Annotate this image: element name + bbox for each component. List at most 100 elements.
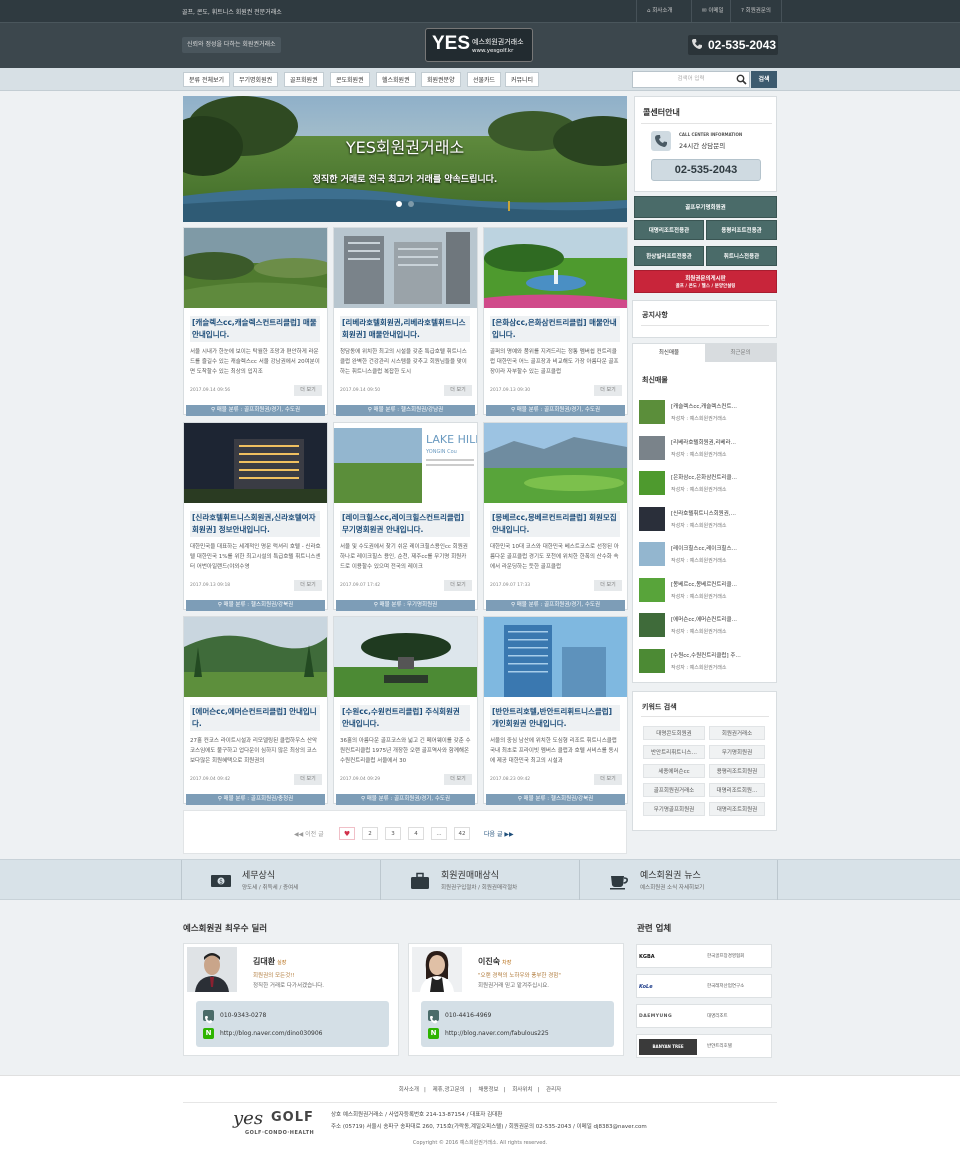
listing-card[interactable]: [반안트리호텔,반안트리휘트니스클럽] 개인회원권 안내입니다. 서울의 중심 … bbox=[483, 616, 628, 805]
latest-item-title[interactable]: [은화삼cc,은화삼컨트리클… bbox=[671, 473, 766, 481]
latest-item-title[interactable]: [신라호텔휘트니스회원권,… bbox=[671, 509, 766, 517]
listing-category[interactable]: ⚲ 매물 분류 : 무기명회원권 bbox=[336, 600, 475, 611]
footer-link[interactable]: 채용정보 bbox=[478, 1087, 498, 1093]
related-banyantree[interactable]: BANYAN TREE 반얀트리호텔 bbox=[636, 1034, 772, 1058]
listing-title[interactable]: [에머슨cc,에머슨컨트리클럽] 안내입니다. bbox=[190, 705, 320, 731]
latest-item[interactable]: [수원cc,수원컨트리클럽] 주… 작성자 : 예스회원권거래소 bbox=[639, 647, 769, 677]
band-news[interactable]: 예스회원권 뉴스 예스회원권 소식 자세히보기 bbox=[579, 860, 778, 901]
listing-card[interactable]: [은화삼cc,은화삼컨트리클럽] 매물안내입니다. 골퍼의 명예와 품위를 지켜… bbox=[483, 227, 628, 416]
listing-title[interactable]: [몽베르cc,몽베르컨트리클럽] 회원모집 안내입니다. bbox=[490, 511, 620, 537]
dealer-phone[interactable]: 010-4416-4969 bbox=[445, 1012, 491, 1019]
listing-photo[interactable] bbox=[184, 228, 327, 308]
btn-inquiry-board[interactable]: 회원권문의게시판 골프 / 콘도 / 헬스 / 분양안설팅 bbox=[634, 270, 777, 293]
more-button[interactable]: 더 보기 bbox=[294, 774, 322, 785]
more-button[interactable]: 더 보기 bbox=[444, 774, 472, 785]
listing-category[interactable]: ⚲ 매물 분류 : 골프회원권/경기, 수도권 bbox=[186, 405, 325, 416]
keyword-tag[interactable]: 세종에머슨cc bbox=[643, 764, 705, 778]
nav-item-golf[interactable]: 골프회원권 bbox=[284, 72, 324, 87]
listing-photo[interactable] bbox=[184, 423, 327, 503]
notice-title[interactable]: 공지사항 bbox=[642, 310, 668, 320]
footer-link[interactable]: 회사소개 bbox=[399, 1087, 419, 1093]
latest-thumb[interactable] bbox=[639, 471, 665, 495]
listing-title[interactable]: [신라호텔휘트니스회원권,신라호텔여자회원권] 정보안내입니다. bbox=[190, 511, 320, 537]
nav-item-community[interactable]: 커뮤니티 bbox=[505, 72, 540, 87]
latest-item-title[interactable]: [캐슬렉스cc,캐슬렉스컨트… bbox=[671, 402, 766, 410]
footer-link[interactable]: 관리자 bbox=[546, 1087, 561, 1093]
nav-item-giftcard[interactable]: 선물카드 bbox=[467, 72, 502, 87]
pager-page-42[interactable]: 42 bbox=[454, 827, 470, 840]
listing-card[interactable]: [에머슨cc,에머슨컨트리클럽] 안내입니다. 27홀 컨코스 라이트시설과 리… bbox=[183, 616, 328, 805]
related-kgba[interactable]: KGBA 한국골프장경영협회 bbox=[636, 944, 772, 968]
top-link-company[interactable]: ⌂ 회사소개 bbox=[636, 0, 683, 22]
latest-thumb[interactable] bbox=[639, 506, 665, 531]
latest-thumb[interactable] bbox=[639, 613, 665, 637]
dealer-phone[interactable]: 010-9343-0278 bbox=[220, 1012, 266, 1019]
more-button[interactable]: 더 보기 bbox=[594, 580, 622, 591]
more-button[interactable]: 더 보기 bbox=[294, 385, 322, 396]
listing-photo[interactable] bbox=[484, 423, 627, 503]
latest-item[interactable]: [은화삼cc,은화삼컨트리클… 작성자 : 예스회원권거래소 bbox=[639, 469, 769, 499]
footer-link[interactable]: 회사위치 bbox=[512, 1087, 532, 1093]
listing-category[interactable]: ⚲ 매물 분류 : 헬스회원권/강북권 bbox=[186, 600, 325, 611]
keyword-tag[interactable]: 반안트리휘트니스… bbox=[643, 745, 705, 759]
footer-link[interactable]: 제휴,광고문의 bbox=[433, 1087, 465, 1093]
more-button[interactable]: 더 보기 bbox=[444, 385, 472, 396]
top-link-email[interactable]: ✉ 이메일 bbox=[691, 0, 734, 22]
btn-hansang[interactable]: 한상빌리조트전용관 bbox=[634, 246, 704, 266]
band-tax[interactable]: $ 세무상식 양도세 / 취득세 / 증여세 bbox=[181, 860, 380, 901]
listing-title[interactable]: [캐슬렉스cc,캐슬렉스컨트리클럽] 매물안내입니다. bbox=[190, 316, 320, 342]
latest-thumb[interactable] bbox=[639, 648, 665, 673]
listing-photo[interactable] bbox=[484, 228, 627, 308]
pager-heart-icon[interactable]: ♥ bbox=[339, 827, 355, 840]
band-trade[interactable]: 회원권매매상식 회원권구입절차 / 회원권매각절차 bbox=[380, 860, 579, 901]
listing-photo[interactable] bbox=[184, 617, 327, 697]
keyword-tag[interactable]: 회원권거래소 bbox=[709, 726, 765, 740]
latest-item[interactable]: [에머슨cc,에머슨컨트리클… 작성자 : 예스회원권거래소 bbox=[639, 611, 769, 641]
keyword-tag[interactable]: 대명리조트회원… bbox=[709, 783, 765, 797]
btn-yongpyong[interactable]: 용평리조트전용관 bbox=[706, 220, 777, 240]
btn-daemyung[interactable]: 대명리조트전용관 bbox=[634, 220, 704, 240]
listing-card[interactable]: [캐슬렉스cc,캐슬렉스컨트리클럽] 매물안내입니다. 서울 시내가 한눈에 보… bbox=[183, 227, 328, 416]
listing-title[interactable]: [리베라호텔회원권,리베라호텔휘트니스회원권] 매물안내입니다. bbox=[340, 316, 470, 342]
listing-photo[interactable] bbox=[334, 617, 477, 697]
latest-item-title[interactable]: [레이크힐스cc,레이크힐스… bbox=[671, 544, 766, 552]
latest-thumb[interactable] bbox=[639, 400, 665, 424]
listing-title[interactable]: [반안트리호텔,반안트리휘트니스클럽] 개인회원권 안내입니다. bbox=[490, 705, 620, 731]
search-input[interactable]: 검색어 입력 bbox=[632, 71, 750, 88]
latest-thumb[interactable] bbox=[639, 542, 665, 566]
nav-item-condo[interactable]: 콘도회원권 bbox=[330, 72, 370, 87]
latest-item-title[interactable]: [에머슨cc,에머슨컨트리클… bbox=[671, 615, 766, 623]
listing-category[interactable]: ⚲ 매물 분류 : 헬스회원권/강남권 bbox=[336, 405, 475, 416]
latest-thumb[interactable] bbox=[639, 435, 665, 460]
latest-item-title[interactable]: [몽베르cc,몽베르컨트리클… bbox=[671, 580, 766, 588]
listing-title[interactable]: [은화삼cc,은화삼컨트리클럽] 매물안내입니다. bbox=[490, 316, 620, 342]
btn-fitness[interactable]: 휘트니스전용관 bbox=[706, 246, 777, 266]
listing-card[interactable]: [리베라호텔회원권,리베라호텔휘트니스회원권] 매물안내입니다. 청담동에 위치… bbox=[333, 227, 478, 416]
pager-next[interactable]: 다음 글 ▶▶ bbox=[484, 829, 514, 838]
listing-title[interactable]: [레이크힐스cc,레이크힐스컨트리클럽] 무기명회원권 안내입니다. bbox=[340, 511, 470, 537]
search-icon[interactable] bbox=[736, 74, 747, 85]
hero-banner[interactable]: YES회원권거래소 정직한 거래로 전국 최고가 거래를 약속드립니다. bbox=[183, 96, 627, 222]
btn-anonymous-golf[interactable]: 골프무기명회원권 bbox=[634, 196, 777, 218]
latest-item[interactable]: [캐슬렉스cc,캐슬렉스컨트… 작성자 : 예스회원권거래소 bbox=[639, 398, 769, 428]
pager-page-3[interactable]: 3 bbox=[385, 827, 401, 840]
latest-item[interactable]: [몽베르cc,몽베르컨트리클… 작성자 : 예스회원권거래소 bbox=[639, 576, 769, 606]
latest-item[interactable]: [리베라호텔회원권,리베라… 작성자 : 예스회원권거래소 bbox=[639, 434, 769, 464]
pager-page-2[interactable]: 2 bbox=[362, 827, 378, 840]
hero-dot-2[interactable] bbox=[408, 201, 414, 207]
dealer-blog-link[interactable]: http://blog.naver.com/dino030906 bbox=[220, 1030, 322, 1037]
related-daemyung[interactable]: DAEMYUNG 대명리조트 bbox=[636, 1004, 772, 1028]
hero-dot-1[interactable] bbox=[396, 201, 402, 207]
listing-category[interactable]: ⚲ 매물 분류 : 골프회원권/경기, 수도권 bbox=[486, 405, 625, 416]
more-button[interactable]: 더 보기 bbox=[294, 580, 322, 591]
keyword-tag[interactable]: 대명리조트회원권 bbox=[709, 802, 765, 816]
listing-category[interactable]: ⚲ 매물 분류 : 골프회원권/경기, 수도권 bbox=[336, 794, 475, 805]
listing-photo[interactable] bbox=[484, 617, 627, 697]
keyword-tag[interactable]: 무기명회원권 bbox=[709, 745, 765, 759]
keyword-tag[interactable]: 용평리조트회원권 bbox=[709, 764, 765, 778]
listing-card[interactable]: [몽베르cc,몽베르컨트리클럽] 회원모집 안내입니다. 대한민국 10대 코스… bbox=[483, 422, 628, 611]
nav-item-all[interactable]: 분류 전체보기 bbox=[183, 72, 231, 87]
search-button[interactable]: 검색 bbox=[751, 71, 777, 88]
nav-item-sale[interactable]: 회원권분양 bbox=[421, 72, 461, 87]
tab-recent-inquiry[interactable]: 최근문의 bbox=[705, 344, 776, 362]
